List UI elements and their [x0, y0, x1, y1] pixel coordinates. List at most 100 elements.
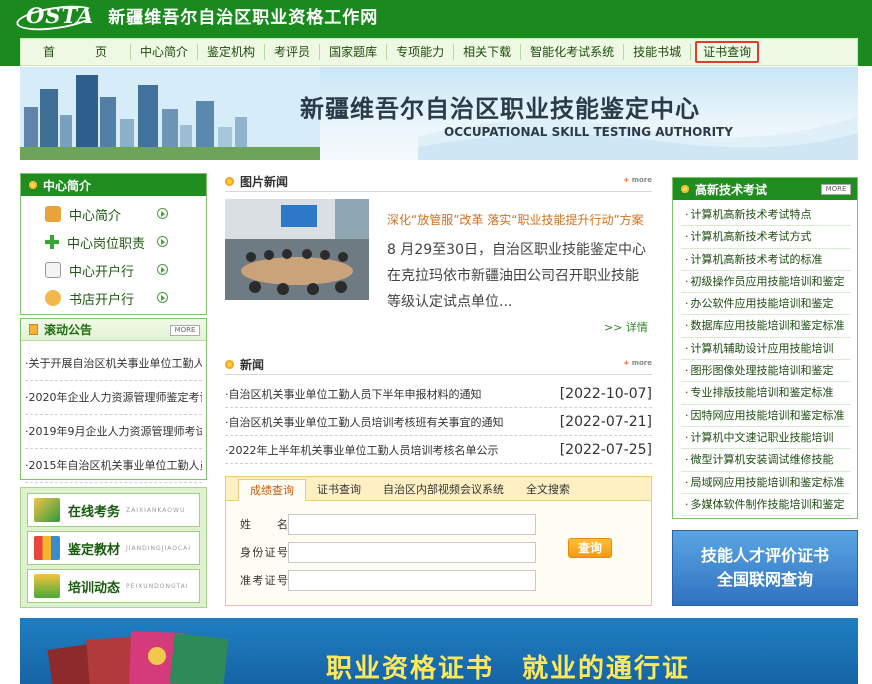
tech-exam-heading: 高新技术考试 MORE — [673, 178, 857, 200]
nav-item-institutions[interactable]: 鉴定机构 — [198, 44, 266, 60]
notice-heading: 滚动公告 MORE — [21, 319, 206, 341]
list-item[interactable]: 因特网应用技能培训和鉴定标准 — [681, 405, 851, 427]
center-intro-item-label: 书店开户行 — [69, 292, 135, 308]
list-item[interactable]: 多媒体软件制作技能培训和鉴定 — [681, 494, 851, 517]
plus-cross-icon — [45, 235, 59, 249]
list-item[interactable]: 计算机中文速记职业技能培训 — [681, 427, 851, 450]
arrow-circle-icon — [157, 264, 168, 275]
nav-item-center-intro[interactable]: 中心简介 — [131, 44, 199, 60]
chart-icon — [34, 574, 60, 598]
ticket-number-label: 准考证号 — [240, 574, 288, 587]
tab-fulltext-search[interactable]: 全文搜索 — [515, 480, 581, 500]
nav-item-examiners[interactable]: 考评员 — [265, 44, 321, 60]
notice-more-button[interactable]: MORE — [170, 325, 200, 336]
news-date: [2022-07-21] — [559, 413, 652, 430]
quick-link-online-exam[interactable]: 在线考务 ZAIXIANKAOWU — [27, 493, 200, 527]
bullet-icon — [29, 181, 37, 189]
tab-score-query[interactable]: 成绩查询 — [238, 479, 306, 501]
verify-banner-line2: 全国联网查询 — [716, 570, 813, 589]
tech-exam-panel: 高新技术考试 MORE 计算机高新技术考试特点 计算机高新技术考试方式 计算机高… — [672, 177, 858, 519]
center-intro-item-label: 中心岗位职责 — [67, 236, 146, 252]
nav-item-bookstore[interactable]: 技能书城 — [624, 44, 692, 60]
news-more-link[interactable]: more — [623, 359, 652, 367]
list-item[interactable]: 计算机高新技术考试方式 — [681, 226, 851, 249]
bullet-icon — [225, 177, 234, 186]
news-photo[interactable] — [225, 199, 369, 300]
photo-news-heading-text: 图片新闻 — [240, 175, 289, 189]
certificate-verify-banner[interactable]: 技能人才评价证书 全国联网查询 — [672, 530, 858, 606]
certificate-books-image — [47, 631, 229, 684]
list-item[interactable]: ·2015年自治区机关事业单位工勤人员 — [25, 449, 202, 483]
news-row[interactable]: ·2022年上半年机关事业单位工勤人员培训考核名单公示 [2022-07-25] — [225, 436, 652, 464]
quick-link-label: 培训动态 — [68, 580, 121, 596]
nav-item-exam-system[interactable]: 智能化考试系统 — [521, 44, 625, 60]
news-heading-text: 新闻 — [240, 358, 265, 372]
banner-title: 新疆维吾尔自治区职业技能鉴定中心 — [300, 95, 700, 123]
city-skyline-image — [20, 67, 320, 160]
list-item[interactable]: 图形图像处理技能培训和鉴定 — [681, 360, 851, 383]
quick-links-panel: 在线考务 ZAIXIANKAOWU 鉴定教材 JIANDINGJIAOCAI 培… — [20, 487, 207, 608]
center-intro-item[interactable]: 中心开户行 — [21, 256, 206, 284]
osta-logo-mark: OSTA — [20, 3, 100, 28]
bottom-banner[interactable]: 职业资格证书 就业的通行证 — [20, 618, 858, 684]
tab-video-conference[interactable]: 自治区内部视频会议系统 — [372, 480, 515, 500]
notice-panel: 滚动公告 MORE ·关于开展自治区机关事业单位工勤人员 ·2020年企业人力资… — [20, 318, 207, 483]
tab-certificate-query[interactable]: 证书查询 — [306, 480, 372, 500]
quick-link-training-news[interactable]: 培训动态 PEIXUNDONGTAI — [27, 569, 200, 603]
news-row[interactable]: ·自治区机关事业单位工勤人员培训考核班有关事宜的通知 [2022-07-21] — [225, 408, 652, 436]
list-item[interactable]: ·关于开展自治区机关事业单位工勤人员 — [25, 347, 202, 381]
news-date: [2022-07-25] — [559, 441, 652, 458]
photo-news-detail-link[interactable]: >> 详情 — [604, 319, 648, 335]
main-nav: 首 页 中心简介 鉴定机构 考评员 国家题库 专项能力 相关下载 智能化考试系统… — [20, 38, 858, 66]
news-row[interactable]: ·自治区机关事业单位工勤人员下半年申报材料的通知 [2022-10-07] — [225, 380, 652, 408]
ticket-number-input[interactable] — [288, 569, 536, 591]
nav-item-home[interactable]: 首 页 — [29, 44, 132, 60]
query-row-id: 身份证号 — [240, 541, 536, 563]
notice-heading-text: 滚动公告 — [44, 323, 93, 337]
notice-list: ·关于开展自治区机关事业单位工勤人员 ·2020年企业人力资源管理师鉴定考试 ·… — [21, 341, 206, 483]
list-item[interactable]: ·2020年企业人力资源管理师鉴定考试 — [25, 381, 202, 415]
banner-subtitle: OCCUPATIONAL SKILL TESTING AUTHORITY — [444, 125, 733, 139]
name-input[interactable] — [288, 513, 536, 535]
tech-exam-list: 计算机高新技术考试特点 计算机高新技术考试方式 计算机高新技术考试的标准 初级操… — [673, 200, 857, 517]
arrow-circle-icon — [157, 208, 168, 219]
nav-item-special-ability[interactable]: 专项能力 — [387, 44, 455, 60]
list-item[interactable]: 数据库应用技能培训和鉴定标准 — [681, 315, 851, 338]
query-submit-button[interactable]: 查询 — [568, 538, 612, 558]
center-intro-item[interactable]: 书店开户行 — [21, 284, 206, 312]
list-item[interactable]: 初级操作员应用技能培训和鉴定 — [681, 271, 851, 294]
news-date: [2022-10-07] — [559, 385, 652, 402]
query-tabs: 成绩查询 证书查询 自治区内部视频会议系统 全文搜索 — [226, 477, 651, 501]
building-icon — [45, 206, 61, 222]
query-row-ticket: 准考证号 — [240, 569, 536, 591]
quick-link-label: 鉴定教材 — [68, 542, 121, 558]
news-title: ·2022年上半年机关事业单位工勤人员培训考核名单公示 — [225, 443, 499, 457]
site-logo[interactable]: OSTA 新疆维吾尔自治区职业资格工作网 — [20, 3, 378, 28]
nav-item-downloads[interactable]: 相关下载 — [454, 44, 522, 60]
bottom-banner-text: 职业资格证书 就业的通行证 — [326, 654, 691, 684]
name-label: 姓名 — [240, 518, 288, 531]
list-item[interactable]: 办公软件应用技能培训和鉴定 — [681, 293, 851, 316]
nav-item-question-bank[interactable]: 国家题库 — [320, 44, 388, 60]
list-item[interactable]: 专业排版技能培训和鉴定标准 — [681, 382, 851, 405]
list-item[interactable]: 计算机高新技术考试特点 — [681, 204, 851, 227]
tech-exam-more-button[interactable]: MORE — [821, 184, 851, 195]
photo-news-headline[interactable]: 深化“放管服”改革 落实“职业技能提升行动”方案 — [387, 211, 649, 228]
quick-link-textbooks[interactable]: 鉴定教材 JIANDINGJIAOCAI — [27, 531, 200, 565]
center-intro-heading-text: 中心简介 — [43, 178, 92, 193]
verify-banner-line1: 技能人才评价证书 — [700, 546, 829, 565]
quick-link-pinyin: ZAIXIANKAOWU — [126, 506, 186, 514]
center-intro-item[interactable]: 中心简介 — [21, 200, 206, 228]
list-item[interactable]: ·2019年9月企业人力资源管理师考试 — [25, 415, 202, 449]
computer-icon — [34, 498, 60, 522]
books-icon — [34, 536, 60, 560]
list-item[interactable]: 计算机高新技术考试的标准 — [681, 249, 851, 271]
arrow-circle-icon — [157, 236, 168, 247]
list-item[interactable]: 局域网应用技能培训和鉴定标准 — [681, 472, 851, 494]
list-item[interactable]: 计算机辅助设计应用技能培训 — [681, 338, 851, 361]
id-number-input[interactable] — [288, 541, 536, 563]
list-item[interactable]: 微型计算机安装调试维修技能 — [681, 449, 851, 472]
center-intro-item[interactable]: 中心岗位职责 — [21, 228, 206, 256]
nav-item-certificate-query[interactable]: 证书查询 — [695, 41, 760, 63]
photo-news-more-link[interactable]: more — [623, 176, 652, 184]
